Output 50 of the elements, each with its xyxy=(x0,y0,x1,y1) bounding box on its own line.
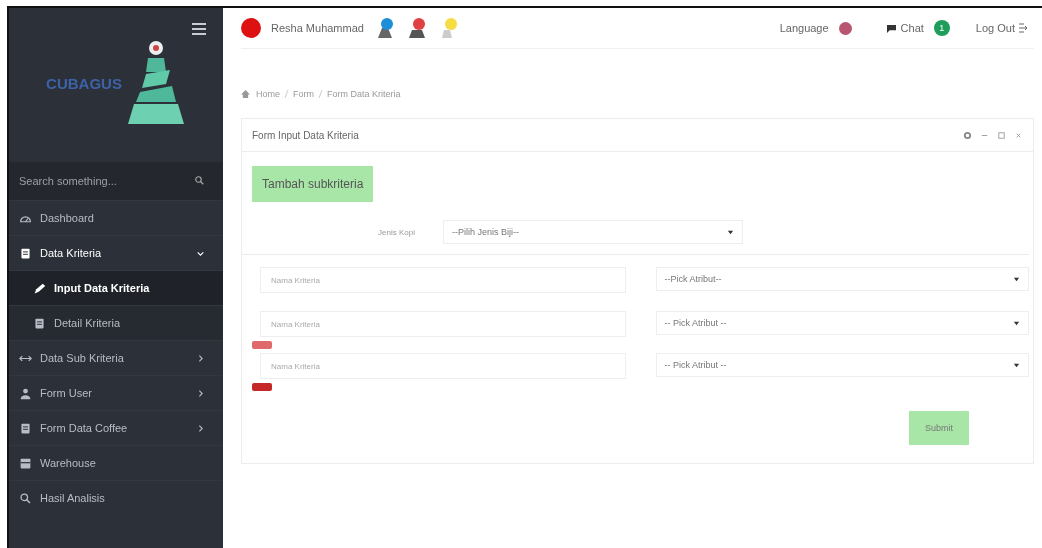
user-icon xyxy=(19,386,32,400)
user-name: Resha Muhammad xyxy=(271,22,364,34)
doc-icon xyxy=(19,421,32,435)
sidebar-item[interactable]: Hasil Analisis xyxy=(9,480,223,515)
select-field[interactable]: --Pick Atribut-- xyxy=(655,267,1029,291)
input-field[interactable]: Nama Kriteria xyxy=(260,353,626,379)
box-icon xyxy=(19,456,32,470)
expand-icon[interactable] xyxy=(997,130,1006,140)
chevron-icon xyxy=(196,388,205,398)
chevron-icon xyxy=(196,353,205,363)
input-field[interactable]: Nama Kriteria xyxy=(260,311,626,337)
dropdown-icon xyxy=(1013,319,1020,327)
doc-icon xyxy=(33,316,46,330)
search-field[interactable]: Search something... xyxy=(9,162,223,200)
field-label: Jenis Kopi xyxy=(378,227,415,237)
select-field[interactable]: -- Pick Atribut -- xyxy=(655,353,1029,377)
sidebar-item[interactable]: Dashboard xyxy=(9,200,223,235)
input-field[interactable]: Nama Kriteria xyxy=(260,267,626,293)
chat-button[interactable]: Chat xyxy=(885,22,924,34)
sidebar-item[interactable]: Warehouse xyxy=(9,445,223,480)
chat-icon xyxy=(885,23,897,33)
logout-button[interactable]: Log Out xyxy=(975,22,1028,34)
menu-icon[interactable] xyxy=(191,22,207,36)
dropdown-icon xyxy=(726,228,734,236)
remove-button[interactable] xyxy=(252,383,272,391)
language-label: Language xyxy=(779,22,829,34)
dropdown-icon xyxy=(1013,361,1020,369)
sidebar-item[interactable]: Detail Kriteria xyxy=(9,305,223,340)
submit-button[interactable]: Submit xyxy=(909,411,969,445)
home-icon xyxy=(241,89,250,98)
sidebar-item[interactable]: Form User xyxy=(9,375,223,410)
avatar[interactable] xyxy=(241,18,261,38)
add-subcriteria-button[interactable]: Tambah subkriteria xyxy=(252,166,374,202)
chat-badge: 1 xyxy=(933,20,950,36)
pen-icon xyxy=(33,281,46,295)
doc-icon xyxy=(19,246,32,260)
search-icon xyxy=(19,491,32,505)
sidebar-item[interactable]: Data Sub Kriteria xyxy=(9,340,223,375)
select-field[interactable]: -- Pick Atribut -- xyxy=(655,311,1029,335)
remove-button[interactable] xyxy=(252,341,272,349)
logo-text: CUBAGUS xyxy=(46,74,122,92)
search-icon[interactable] xyxy=(194,175,205,186)
sidebar-item[interactable]: Input Data Kriteria xyxy=(9,270,223,305)
logout-icon xyxy=(1018,23,1028,33)
select-field[interactable]: --Pilih Jenis Biji-- xyxy=(442,220,743,244)
settings-icon[interactable] xyxy=(963,130,972,140)
panel-title: Form Input Data Kriteria xyxy=(252,129,359,141)
dropdown-icon xyxy=(1013,275,1020,283)
chevron-icon xyxy=(196,423,205,433)
sidebar-item[interactable]: Form Data Coffee xyxy=(9,410,223,445)
